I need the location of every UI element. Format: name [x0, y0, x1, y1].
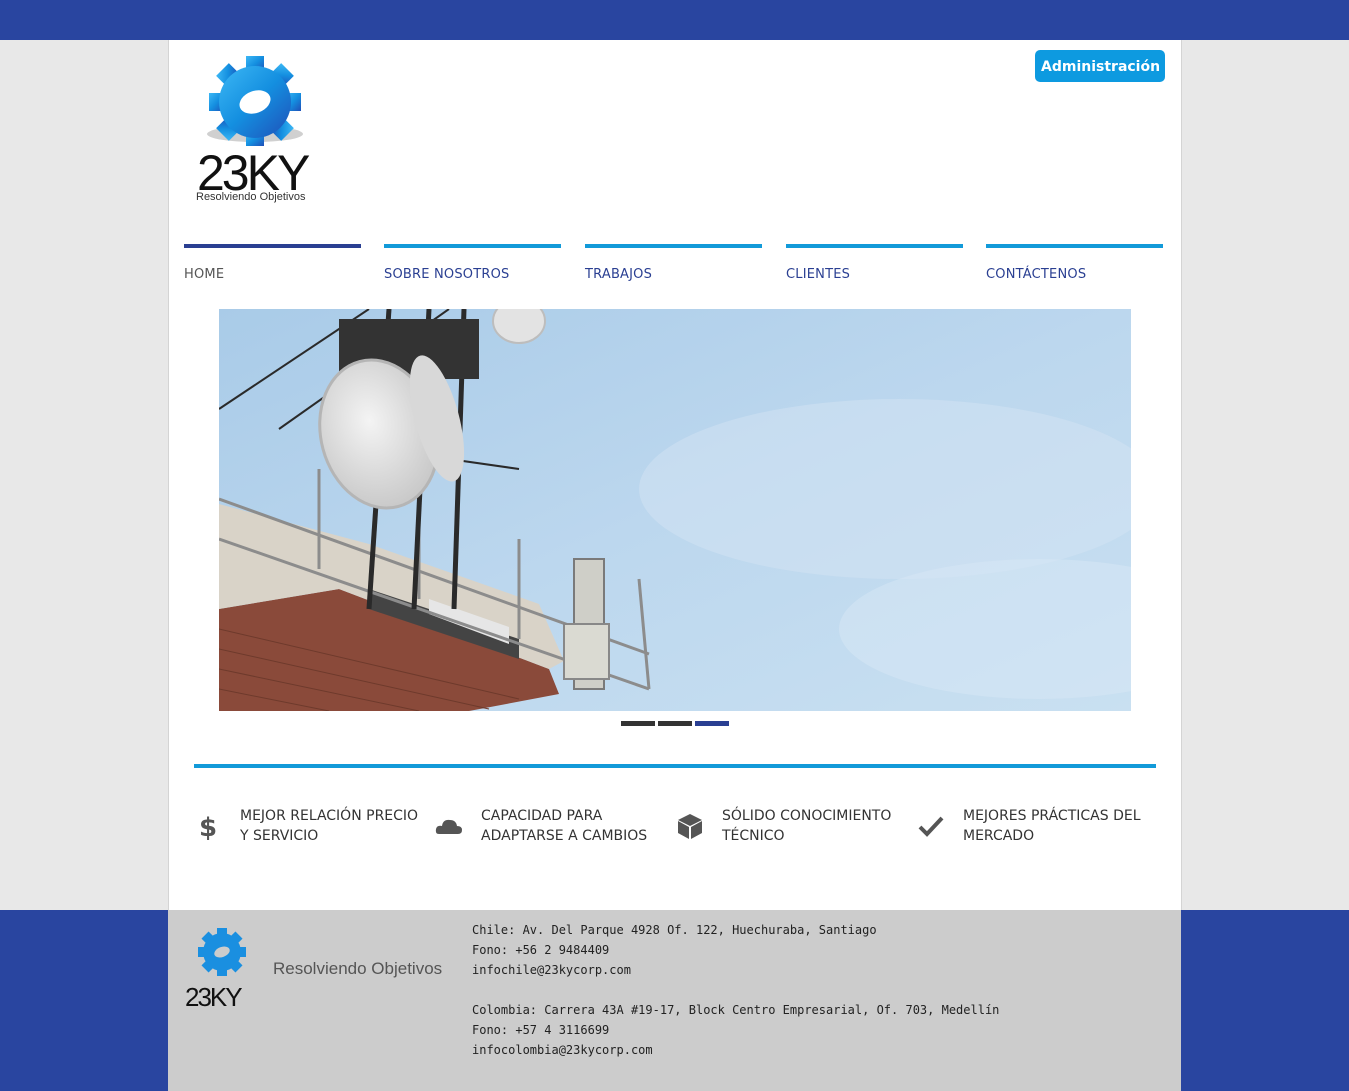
chile-email-link[interactable]: infochile@23kycorp.com [472, 963, 631, 977]
feature-item: Capacidad para adaptarse a cambios [435, 806, 665, 866]
footer-logo[interactable]: 23KY [184, 926, 262, 1010]
admin-button[interactable]: Administración [1035, 50, 1165, 82]
nav-indicator [184, 244, 361, 248]
nav-item-trabajos[interactable]: TRABAJOS [585, 244, 762, 294]
nav-item-label: TRABAJOS [585, 267, 653, 282]
svg-text:$: $ [199, 813, 217, 840]
chile-address: Chile: Av. Del Parque 4928 Of. 122, Huec… [472, 923, 877, 937]
cube-icon [678, 814, 702, 839]
nav-item-sobre-nosotros[interactable]: SOBRE NOSOTROS [384, 244, 561, 294]
nav-indicator [384, 244, 561, 248]
main-nav: HOME SOBRE NOSOTROS TRABAJOS CLIENTES CO… [184, 244, 1164, 294]
logo-tagline: Resolviendo Objetivos [196, 191, 306, 203]
hero-slider[interactable] [219, 309, 1131, 711]
nav-item-home[interactable]: HOME [184, 244, 361, 294]
footer-logo-text: 23KY [185, 982, 242, 1010]
chile-phone: Fono: +56 2 9484409 [472, 943, 610, 957]
nav-item-label: HOME [184, 267, 225, 282]
feature-text: Sólido conocimiento técnico [722, 808, 892, 844]
check-icon [918, 816, 944, 837]
colombia-phone: Fono: +57 4 3116699 [472, 1023, 610, 1037]
nav-item-label: SOBRE NOSOTROS [384, 267, 510, 282]
feature-text: Capacidad para adaptarse a cambios [481, 808, 648, 844]
cloud-icon [435, 819, 462, 834]
nav-item-label: CONTÁCTENOS [986, 267, 1087, 282]
nav-indicator [986, 244, 1163, 248]
nav-indicator [585, 244, 762, 248]
gear-logo-icon: 23KY [197, 56, 313, 201]
nav-item-contactenos[interactable]: CONTÁCTENOS [986, 244, 1163, 294]
footer-band-left [0, 910, 168, 1091]
nav-item-label: CLIENTES [786, 267, 851, 282]
page-container: 23KY Resolviendo Objetivos Administració… [168, 40, 1182, 910]
feature-item: Mejores prácticas del mercado [917, 806, 1147, 866]
dollar-icon: $ [199, 813, 217, 840]
nav-indicator [786, 244, 963, 248]
colombia-address: Colombia: Carrera 43A #19-17, Block Cent… [472, 1003, 1000, 1017]
footer-band-right [1181, 910, 1349, 1091]
slider-dot-active[interactable] [695, 721, 729, 726]
slider-dot[interactable] [658, 721, 692, 726]
top-bar [0, 0, 1349, 40]
feature-item: Sólido conocimiento técnico [676, 806, 906, 866]
site-logo[interactable]: 23KY [193, 56, 333, 206]
nav-item-clientes[interactable]: CLIENTES [786, 244, 963, 294]
slider-dot[interactable] [621, 721, 655, 726]
feature-text: Mejores prácticas del mercado [963, 808, 1141, 844]
colombia-email-link[interactable]: infocolombia@23kycorp.com [472, 1043, 653, 1057]
footer-tagline: Resolviendo Objetivos [273, 959, 443, 978]
section-divider [194, 764, 1156, 768]
site-footer: 23KY Resolviendo Objetivos Chile: Av. De… [168, 910, 1181, 1091]
feature-item: $ Mejor relación precio y servicio [194, 806, 424, 866]
feature-text: Mejor relación precio y servicio [240, 808, 419, 844]
antenna-tower-image [219, 309, 1131, 711]
